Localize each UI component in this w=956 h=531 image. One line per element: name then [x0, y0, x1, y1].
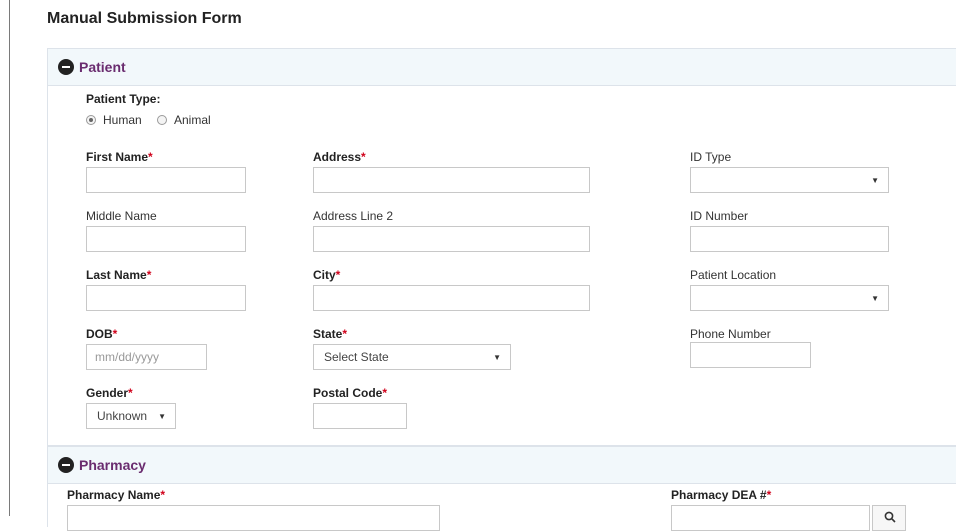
last-name-field[interactable]: [86, 285, 246, 311]
gender-label: Gender*: [86, 386, 133, 400]
pharmacy-section-header[interactable]: Pharmacy: [48, 447, 956, 484]
gender-select[interactable]: Unknown ▼: [86, 403, 176, 429]
pharmacy-section-title: Pharmacy: [79, 457, 146, 473]
gender-select-value: Unknown: [97, 409, 148, 423]
address-line2-label: Address Line 2: [313, 209, 394, 223]
patient-type-label: Patient Type:: [86, 92, 161, 106]
patient-type-animal-label[interactable]: Animal: [174, 113, 211, 127]
pharmacy-dea-label: Pharmacy DEA #*: [671, 488, 772, 502]
address-line2-field[interactable]: [313, 226, 590, 252]
pharmacy-name-field[interactable]: [67, 505, 440, 531]
dob-field[interactable]: mm/dd/yyyy: [86, 344, 207, 370]
patient-type-human-label[interactable]: Human: [103, 113, 142, 127]
chevron-down-icon: ▼: [493, 353, 501, 362]
patient-section-title: Patient: [79, 59, 126, 75]
state-label: State*: [313, 327, 348, 341]
chevron-down-icon: ▼: [871, 294, 879, 303]
address-field[interactable]: [313, 167, 590, 193]
patient-location-label: Patient Location: [690, 268, 777, 282]
pharmacy-dea-field[interactable]: [671, 505, 870, 531]
address-label: Address*: [313, 150, 366, 164]
phone-number-label: Phone Number: [690, 327, 771, 341]
patient-panel: Patient Patient Type: Human Animal First…: [47, 48, 956, 446]
dob-label: DOB*: [86, 327, 118, 341]
pharmacy-name-label: Pharmacy Name*: [67, 488, 166, 502]
id-type-label: ID Type: [690, 150, 732, 164]
id-number-field[interactable]: [690, 226, 889, 252]
chevron-down-icon: ▼: [158, 412, 166, 421]
first-name-field[interactable]: [86, 167, 246, 193]
middle-name-label: Middle Name: [86, 209, 157, 223]
patient-location-select[interactable]: ▼: [690, 285, 889, 311]
state-select[interactable]: Select State ▼: [313, 344, 511, 370]
first-name-label: First Name*: [86, 150, 153, 164]
patient-type-animal-radio[interactable]: [157, 115, 167, 125]
city-label: City*: [313, 268, 341, 282]
page-title: Manual Submission Form: [47, 10, 242, 27]
id-number-label: ID Number: [690, 209, 749, 223]
city-field[interactable]: [313, 285, 590, 311]
last-name-label: Last Name*: [86, 268, 152, 282]
patient-section-header[interactable]: Patient: [48, 49, 956, 86]
postal-code-label: Postal Code*: [313, 386, 388, 400]
collapse-minus-icon[interactable]: [58, 457, 74, 473]
window-left-border: [9, 0, 10, 516]
collapse-minus-icon[interactable]: [58, 59, 74, 75]
id-type-select[interactable]: ▼: [690, 167, 889, 193]
pharmacy-panel: Pharmacy Pharmacy Name* Pharmacy DEA #*: [47, 446, 956, 531]
postal-code-field[interactable]: [313, 403, 407, 429]
state-select-value: Select State: [324, 350, 389, 364]
phone-number-field[interactable]: [690, 342, 811, 368]
middle-name-field[interactable]: [86, 226, 246, 252]
pharmacy-search-button[interactable]: [872, 505, 906, 531]
chevron-down-icon: ▼: [871, 176, 879, 185]
search-icon: [884, 511, 896, 523]
patient-type-human-radio[interactable]: [86, 115, 96, 125]
